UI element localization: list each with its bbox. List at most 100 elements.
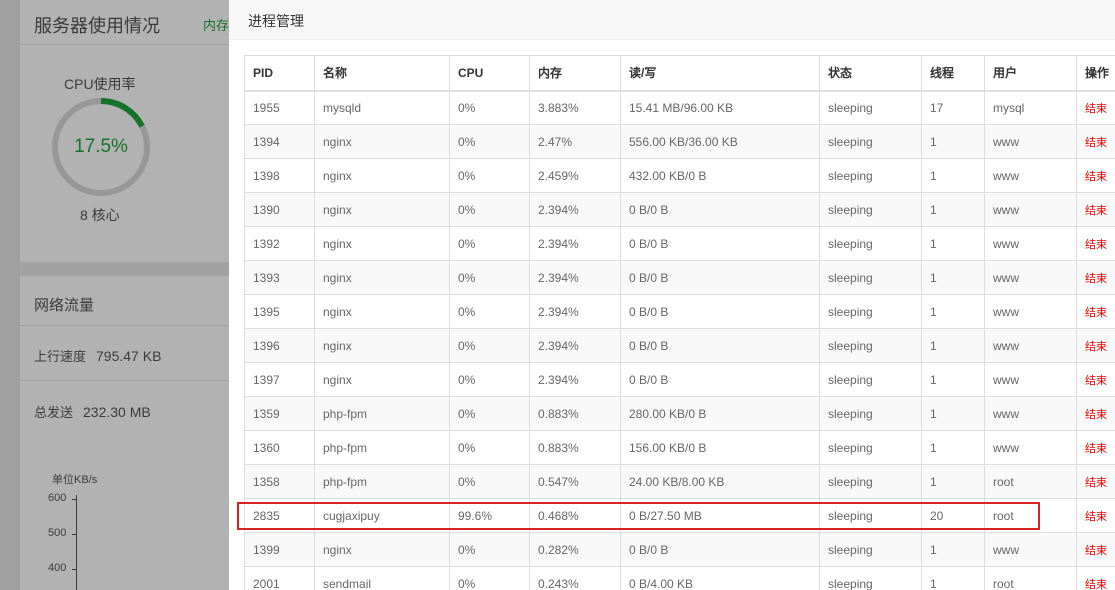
- cell-pid: 1358: [244, 464, 315, 499]
- cell-status: sleeping: [819, 464, 922, 499]
- end-process-button[interactable]: 结束: [1076, 226, 1115, 261]
- cell-threads: 20: [921, 498, 985, 533]
- cell-cpu: 0%: [449, 192, 530, 227]
- cell-memory: 2.394%: [529, 328, 621, 363]
- cell-user: www: [984, 294, 1077, 329]
- cell-io: 0 B/0 B: [620, 260, 820, 295]
- end-process-button[interactable]: 结束: [1076, 566, 1115, 590]
- end-process-button[interactable]: 结束: [1076, 260, 1115, 295]
- cell-memory: 2.459%: [529, 158, 621, 193]
- cell-threads: 1: [921, 566, 985, 590]
- end-process-button[interactable]: 结束: [1076, 396, 1115, 431]
- cell-name: nginx: [314, 158, 450, 193]
- end-process-button[interactable]: 结束: [1076, 498, 1115, 533]
- cell-status: sleeping: [819, 124, 922, 159]
- cell-name: nginx: [314, 226, 450, 261]
- end-process-button[interactable]: 结束: [1076, 124, 1115, 159]
- cell-name: nginx: [314, 362, 450, 397]
- cell-user: www: [984, 192, 1077, 227]
- cell-user: root: [984, 498, 1077, 533]
- cell-user: www: [984, 430, 1077, 465]
- cell-threads: 1: [921, 294, 985, 329]
- cell-memory: 2.394%: [529, 362, 621, 397]
- cell-io: 15.41 MB/96.00 KB: [620, 90, 820, 125]
- cell-cpu: 0%: [449, 294, 530, 329]
- table-header-row: PID 名称 CPU 内存 读/写 状态 线程 用户 操作: [244, 55, 1115, 92]
- cell-threads: 1: [921, 362, 985, 397]
- cell-name: php-fpm: [314, 430, 450, 465]
- cell-pid: 2001: [244, 566, 315, 590]
- cell-user: www: [984, 396, 1077, 431]
- cell-name: php-fpm: [314, 464, 450, 499]
- cell-status: sleeping: [819, 294, 922, 329]
- table-row: 1396 nginx 0% 2.394% 0 B/0 Bsleeping 1 www 结束: [244, 328, 1115, 363]
- table-row: 1390 nginx 0% 2.394% 0 B/0 Bsleeping 1 www 结束: [244, 192, 1115, 227]
- cell-pid: 1955: [244, 90, 315, 125]
- cell-cpu: 0%: [449, 396, 530, 431]
- cell-status: sleeping: [819, 328, 922, 363]
- process-table: PID 名称 CPU 内存 读/写 状态 线程 用户 操作 1955 mysqld…: [244, 55, 1115, 590]
- table-row: 2001 sendmail 0% 0.243% 0 B/4.00 KB sleeping 1…: [244, 566, 1115, 590]
- cell-status: sleeping: [819, 362, 922, 397]
- table-row: 1399 nginx 0% 0.282% 0 B/0 Bsleeping 1 www 结束: [244, 532, 1115, 567]
- cell-memory: 0.282%: [529, 532, 621, 567]
- table-row: 1359 php-fpm 0% 0.883% 280.00 KB/0 Bsleeping…: [244, 396, 1115, 431]
- column-header-cpu[interactable]: CPU: [449, 55, 530, 92]
- cell-cpu: 0%: [449, 124, 530, 159]
- cell-io: 0 B/4.00 KB: [620, 566, 820, 590]
- cell-user: root: [984, 566, 1077, 590]
- cell-cpu: 0%: [449, 464, 530, 499]
- table-row: 1398 nginx 0% 2.459% 432.00 KB/0 Bsleeping 1 w…: [244, 158, 1115, 193]
- cell-io: 24.00 KB/8.00 KB: [620, 464, 820, 499]
- cell-cpu: 0%: [449, 158, 530, 193]
- end-process-button[interactable]: 结束: [1076, 90, 1115, 125]
- end-process-button[interactable]: 结束: [1076, 192, 1115, 227]
- cell-io: 432.00 KB/0 B: [620, 158, 820, 193]
- cell-threads: 1: [921, 158, 985, 193]
- cell-pid: 1359: [244, 396, 315, 431]
- column-header-io[interactable]: 读/写: [620, 55, 820, 92]
- cell-status: sleeping: [819, 158, 922, 193]
- cell-pid: 1395: [244, 294, 315, 329]
- column-header-threads[interactable]: 线程: [921, 55, 985, 92]
- cell-pid: 1398: [244, 158, 315, 193]
- cell-io: 0 B/0 B: [620, 362, 820, 397]
- cell-cpu: 0%: [449, 362, 530, 397]
- cell-pid: 1394: [244, 124, 315, 159]
- column-header-user[interactable]: 用户: [984, 55, 1077, 92]
- cell-user: www: [984, 532, 1077, 567]
- cell-status: sleeping: [819, 498, 922, 533]
- end-process-button[interactable]: 结束: [1076, 158, 1115, 193]
- column-header-pid[interactable]: PID: [244, 55, 315, 92]
- cell-name: sendmail: [314, 566, 450, 590]
- cell-pid: 1399: [244, 532, 315, 567]
- cell-status: sleeping: [819, 430, 922, 465]
- cell-memory: 2.394%: [529, 192, 621, 227]
- cell-cpu: 0%: [449, 90, 530, 125]
- cell-name: nginx: [314, 260, 450, 295]
- cell-cpu: 0%: [449, 260, 530, 295]
- cell-threads: 1: [921, 396, 985, 431]
- column-header-memory[interactable]: 内存: [529, 55, 621, 92]
- cell-name: cugjaxipuy: [314, 498, 450, 533]
- end-process-button[interactable]: 结束: [1076, 430, 1115, 465]
- cell-user: www: [984, 124, 1077, 159]
- cell-status: sleeping: [819, 566, 922, 590]
- cell-io: 0 B/0 B: [620, 294, 820, 329]
- end-process-button[interactable]: 结束: [1076, 464, 1115, 499]
- cell-status: sleeping: [819, 396, 922, 431]
- cell-name: mysqld: [314, 90, 450, 125]
- column-header-name[interactable]: 名称: [314, 55, 450, 92]
- end-process-button[interactable]: 结束: [1076, 294, 1115, 329]
- end-process-button[interactable]: 结束: [1076, 328, 1115, 363]
- column-header-status[interactable]: 状态: [819, 55, 922, 92]
- dialog-title: 进程管理: [248, 13, 304, 29]
- end-process-button[interactable]: 结束: [1076, 532, 1115, 567]
- cell-io: 0 B/0 B: [620, 328, 820, 363]
- end-process-button[interactable]: 结束: [1076, 362, 1115, 397]
- cell-io: 0 B/27.50 MB: [620, 498, 820, 533]
- cell-name: php-fpm: [314, 396, 450, 431]
- cell-status: sleeping: [819, 260, 922, 295]
- table-row: 2835 cugjaxipuy 99.6% 0.468% 0 B/27.50 MB sle…: [244, 498, 1115, 533]
- table-row: 1955 mysqld 0% 3.883% 15.41 MB/96.00 KB sleep…: [244, 90, 1115, 125]
